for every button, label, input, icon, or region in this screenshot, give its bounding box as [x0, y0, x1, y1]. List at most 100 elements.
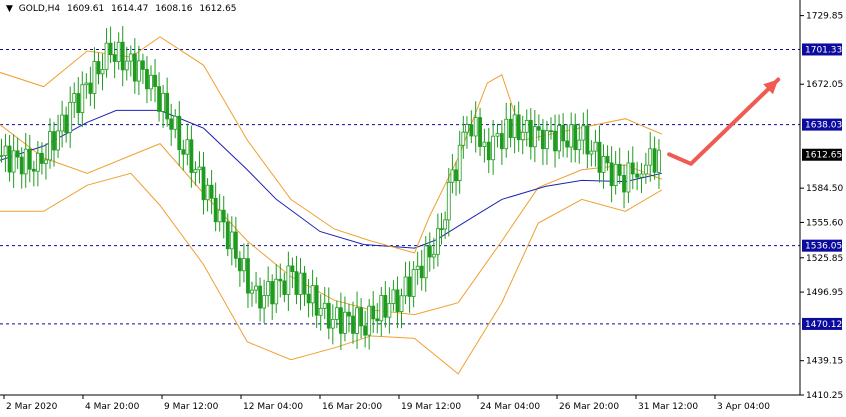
candle-body	[512, 114, 517, 138]
candle-body	[347, 311, 351, 317]
candle-body	[605, 156, 610, 164]
candle-body	[149, 74, 153, 90]
candle-body	[557, 125, 561, 152]
candle-body	[157, 86, 161, 112]
candle-body	[52, 131, 56, 151]
candle-body	[375, 318, 380, 322]
candle-body	[635, 173, 640, 178]
candle-body	[278, 278, 283, 282]
candle-body	[23, 148, 28, 175]
candle-body	[165, 92, 170, 120]
candle-body	[193, 169, 198, 173]
candle-body	[415, 265, 420, 270]
candle-body	[286, 265, 291, 295]
candle-body	[613, 163, 618, 187]
candle-body	[626, 162, 631, 193]
candle-body	[298, 272, 303, 295]
candle-body	[132, 53, 137, 82]
candle-body	[15, 150, 20, 158]
symbol-timeframe: GOLD,H4	[18, 4, 61, 14]
forecast-arrow[interactable]	[667, 77, 781, 166]
candle-body	[573, 124, 578, 151]
candle-body	[536, 126, 541, 131]
candle-body	[330, 319, 335, 329]
candle-body	[274, 278, 279, 305]
candle-body	[266, 281, 271, 296]
candle-body	[0, 155, 4, 157]
candle-body	[371, 305, 376, 320]
candle-body	[177, 115, 182, 151]
candle-body	[314, 285, 319, 316]
level-label: 1701.33	[805, 45, 842, 55]
candle-body	[217, 209, 222, 223]
candle-body	[486, 141, 491, 161]
candle-body	[457, 144, 462, 182]
candle-body	[258, 285, 262, 309]
candle-body	[569, 124, 574, 148]
candle-body	[221, 209, 226, 223]
bollinger-middle-line	[0, 124, 663, 316]
time-tick-label: 24 Mar 04:00	[480, 402, 540, 412]
candle-body	[31, 168, 36, 172]
candle-body	[454, 169, 458, 182]
chart-header: ▼ GOLD,H4 1609.61 1614.47 1608.16 1612.6…	[6, 4, 241, 14]
candle-body	[508, 118, 513, 138]
candle-body	[355, 307, 359, 334]
candle-body	[128, 53, 133, 62]
candle-body	[391, 289, 396, 304]
candle-body	[423, 245, 428, 279]
candle-body	[652, 148, 657, 173]
candle-body	[92, 61, 97, 94]
candle-body	[577, 139, 582, 151]
candle-body	[643, 164, 648, 175]
candle-body	[609, 162, 614, 187]
candle-body	[310, 285, 315, 304]
candle-body	[403, 276, 408, 297]
candle-body	[585, 125, 590, 155]
candle-body	[334, 307, 339, 320]
candle-body	[528, 120, 533, 148]
price-tick-label: 1555.60	[806, 218, 843, 228]
candle-body	[419, 265, 424, 279]
candle-body	[80, 84, 85, 114]
candle-body	[363, 325, 368, 336]
current-price-label: 1612.65	[805, 151, 842, 161]
candle-body	[229, 231, 234, 250]
candle-body	[482, 141, 487, 147]
candle-body	[630, 162, 635, 175]
candle-body	[270, 281, 275, 305]
time-tick-label: 4 Mar 20:00	[85, 402, 140, 412]
candle-body	[116, 41, 121, 62]
candle-body	[545, 130, 549, 150]
candle-body	[197, 166, 202, 171]
candle-body	[237, 257, 242, 272]
candle-body	[407, 276, 412, 297]
close-value: 1612.65	[199, 4, 237, 14]
candle-body	[120, 41, 125, 71]
candle-body	[504, 118, 509, 150]
candle-body	[246, 258, 250, 294]
candle-body	[532, 126, 537, 148]
candle-body	[478, 117, 482, 147]
candle-body	[213, 197, 218, 223]
candle-body	[233, 231, 238, 259]
chart-window[interactable]: 1701.33 1638.03 1536.05 1470.12 1612.65 1729…	[0, 0, 846, 417]
price-tick-label: 1525.85	[806, 254, 843, 264]
candle-body	[326, 302, 331, 329]
candle-body	[169, 118, 174, 130]
open-value: 1609.61	[67, 4, 105, 14]
candle-body	[302, 272, 307, 295]
time-tick-label: 12 Mar 04:00	[243, 402, 303, 412]
level-label: 1638.03	[805, 121, 842, 131]
candle-body	[19, 156, 24, 175]
candle-body	[72, 93, 77, 103]
candle-body	[294, 271, 299, 295]
price-chart[interactable]: 1701.33 1638.03 1536.05 1470.12 1612.65 1729…	[0, 0, 846, 417]
candle-body	[318, 307, 323, 316]
candle-body	[524, 120, 529, 133]
bollinger-lower-line	[0, 172, 663, 375]
candle-body	[209, 184, 214, 199]
candle-body	[427, 245, 432, 258]
candle-body	[648, 148, 653, 166]
candle-body	[439, 228, 444, 231]
